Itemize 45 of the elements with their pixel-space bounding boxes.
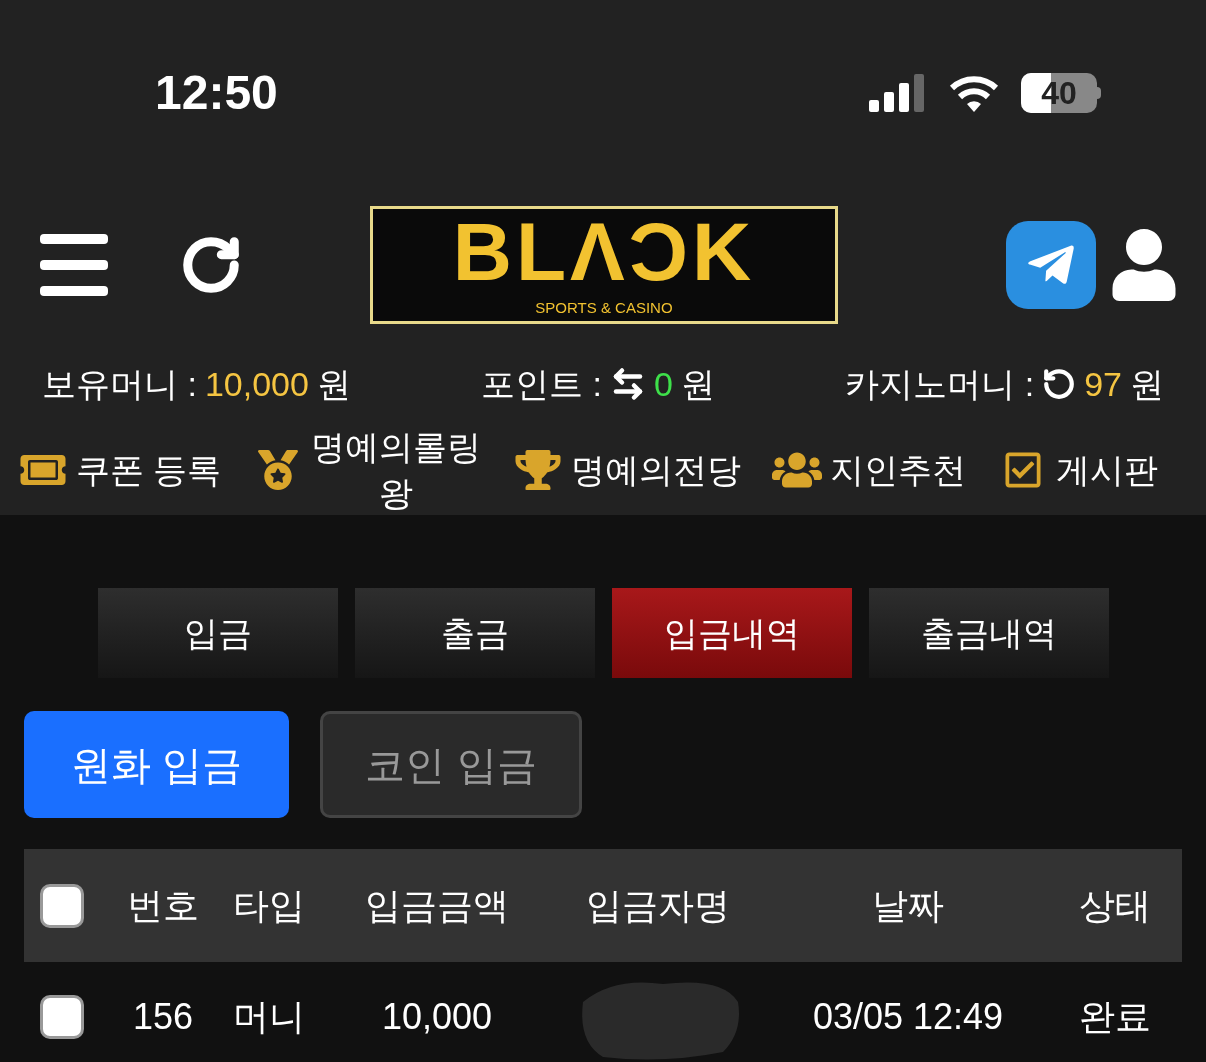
reload-icon[interactable] — [180, 234, 242, 296]
column-header: 날짜 — [871, 883, 946, 928]
currency-unit: 원 — [681, 363, 715, 405]
refresh-icon — [1042, 367, 1077, 401]
user-icon[interactable] — [1110, 229, 1178, 301]
deposit-type-button[interactable]: 원화 입금 — [24, 711, 289, 818]
menu-link[interactable]: 쿠폰 등록 — [76, 447, 222, 493]
table-cell-text: 머니 — [231, 995, 306, 1039]
menu-link[interactable]: 명예의전당 — [570, 447, 741, 493]
tab[interactable]: 출금내역 — [869, 588, 1109, 678]
clock-time: 12:50 — [155, 64, 278, 121]
table-cell-text: 156 — [132, 995, 195, 1039]
tab[interactable]: 입금내역 — [612, 588, 852, 678]
logo[interactable]: BLΛϽK SPORTS & CASINO — [370, 206, 838, 324]
column-header: 번호 — [126, 883, 201, 928]
checkbox[interactable] — [40, 995, 84, 1039]
column-header: 입금금액 — [364, 883, 510, 928]
column-header: 상태 — [1077, 883, 1152, 928]
menu-link[interactable]: 명예의롤링왕 — [311, 424, 482, 516]
checkbox[interactable] — [40, 883, 84, 928]
balance-amount: 0 — [654, 363, 673, 405]
people-icon — [772, 450, 823, 490]
tab[interactable]: 입금 — [98, 588, 338, 678]
balance-label: 카지노머니 : — [845, 363, 1035, 405]
column-header: 입금자명 — [585, 883, 732, 928]
logo-tagline: SPORTS & CASINO — [535, 297, 673, 318]
table-cell-text: 완료 — [1077, 995, 1152, 1039]
table-cell-text: 10,000 — [380, 995, 494, 1039]
signal-icon — [869, 73, 927, 112]
column-header: 타입 — [231, 883, 306, 928]
menu-link[interactable]: 지인추천 — [830, 447, 967, 493]
menu-icon[interactable] — [40, 234, 108, 296]
currency-unit: 원 — [316, 363, 351, 405]
telegram-icon[interactable] — [1006, 221, 1096, 309]
balance-label: 포인트 : — [481, 363, 603, 405]
balance-amount: 97 — [1084, 363, 1122, 405]
currency-unit: 원 — [1130, 363, 1164, 405]
balance-label: 보유머니 : — [42, 363, 197, 405]
balance-amount: 10,000 — [204, 363, 309, 405]
table-cell-text: 03/05 12:49 — [811, 995, 1005, 1039]
tab[interactable]: 출금 — [355, 588, 595, 678]
deposit-type-button[interactable]: 코인 입금 — [320, 711, 582, 818]
menu-link[interactable]: 게시판 — [1055, 447, 1158, 493]
logo-wordmark: BLΛϽK — [452, 210, 756, 293]
wifi-icon — [949, 73, 999, 112]
